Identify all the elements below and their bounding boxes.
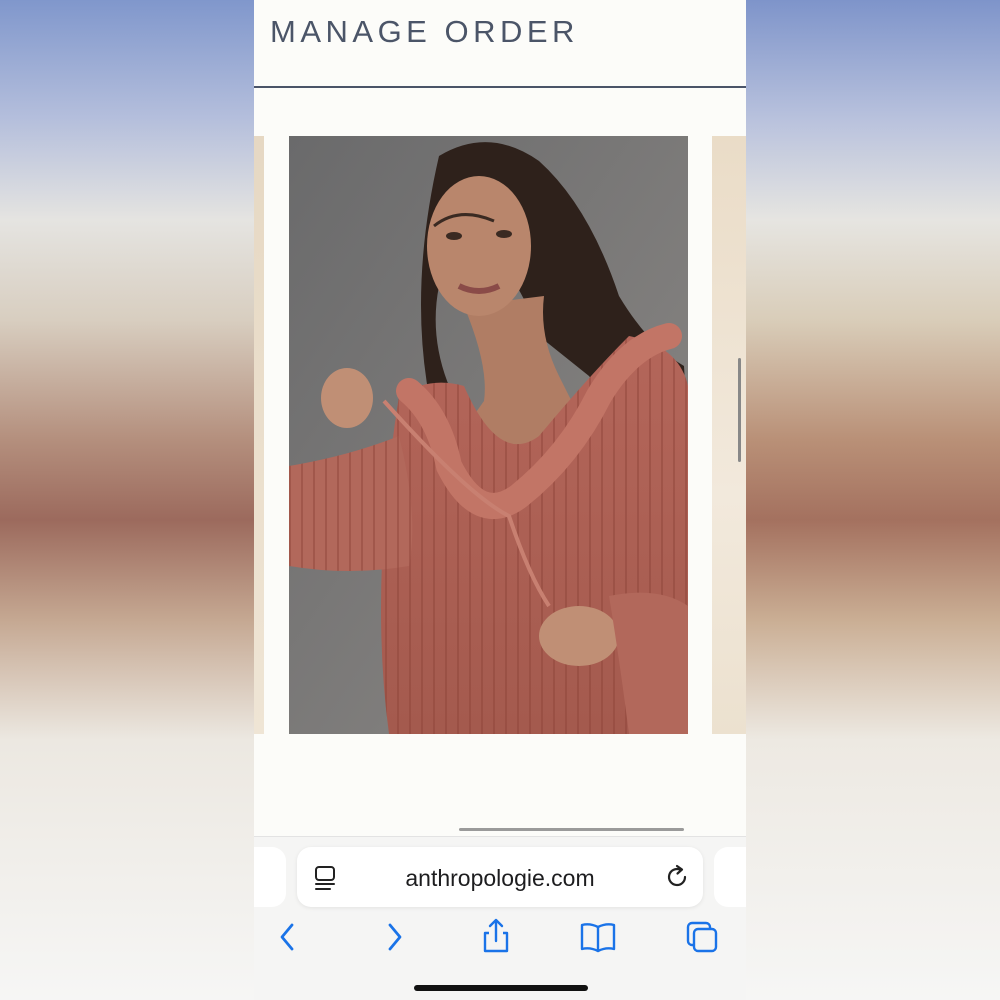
bookmarks-icon	[580, 923, 616, 953]
background-blur-left	[0, 0, 254, 1000]
home-indicator[interactable]	[414, 985, 588, 991]
tabs-icon	[686, 921, 718, 953]
back-chevron-icon	[280, 923, 294, 951]
forward-chevron-icon	[388, 923, 402, 951]
tabs-button[interactable]	[680, 915, 724, 959]
page-title: MANAGE ORDER	[270, 14, 579, 49]
share-button[interactable]	[474, 915, 518, 959]
browser-toolbar: anthropologie.com	[254, 836, 746, 1000]
previous-tab-peek[interactable]	[254, 847, 286, 907]
product-photo-illustration	[289, 136, 688, 734]
product-image[interactable]	[289, 136, 688, 734]
vertical-scroll-indicator	[738, 358, 741, 462]
share-icon	[483, 918, 509, 953]
horizontal-scroll-indicator	[459, 828, 684, 831]
back-button[interactable]	[266, 915, 310, 959]
phone-screen: MANAGE ORDER anthropologie.com	[254, 0, 746, 1000]
next-tab-peek[interactable]	[714, 847, 746, 907]
product-image-carousel[interactable]	[254, 136, 746, 734]
bookmarks-button[interactable]	[576, 915, 620, 959]
previous-image-peek[interactable]	[254, 136, 264, 734]
forward-button[interactable]	[372, 915, 416, 959]
reload-icon[interactable]	[663, 863, 691, 896]
browser-nav-row	[254, 915, 746, 959]
page-header: MANAGE ORDER	[254, 0, 746, 88]
background-blur-right	[746, 0, 1000, 1000]
url-text: anthropologie.com	[405, 865, 595, 891]
address-bar[interactable]: anthropologie.com	[297, 847, 703, 907]
